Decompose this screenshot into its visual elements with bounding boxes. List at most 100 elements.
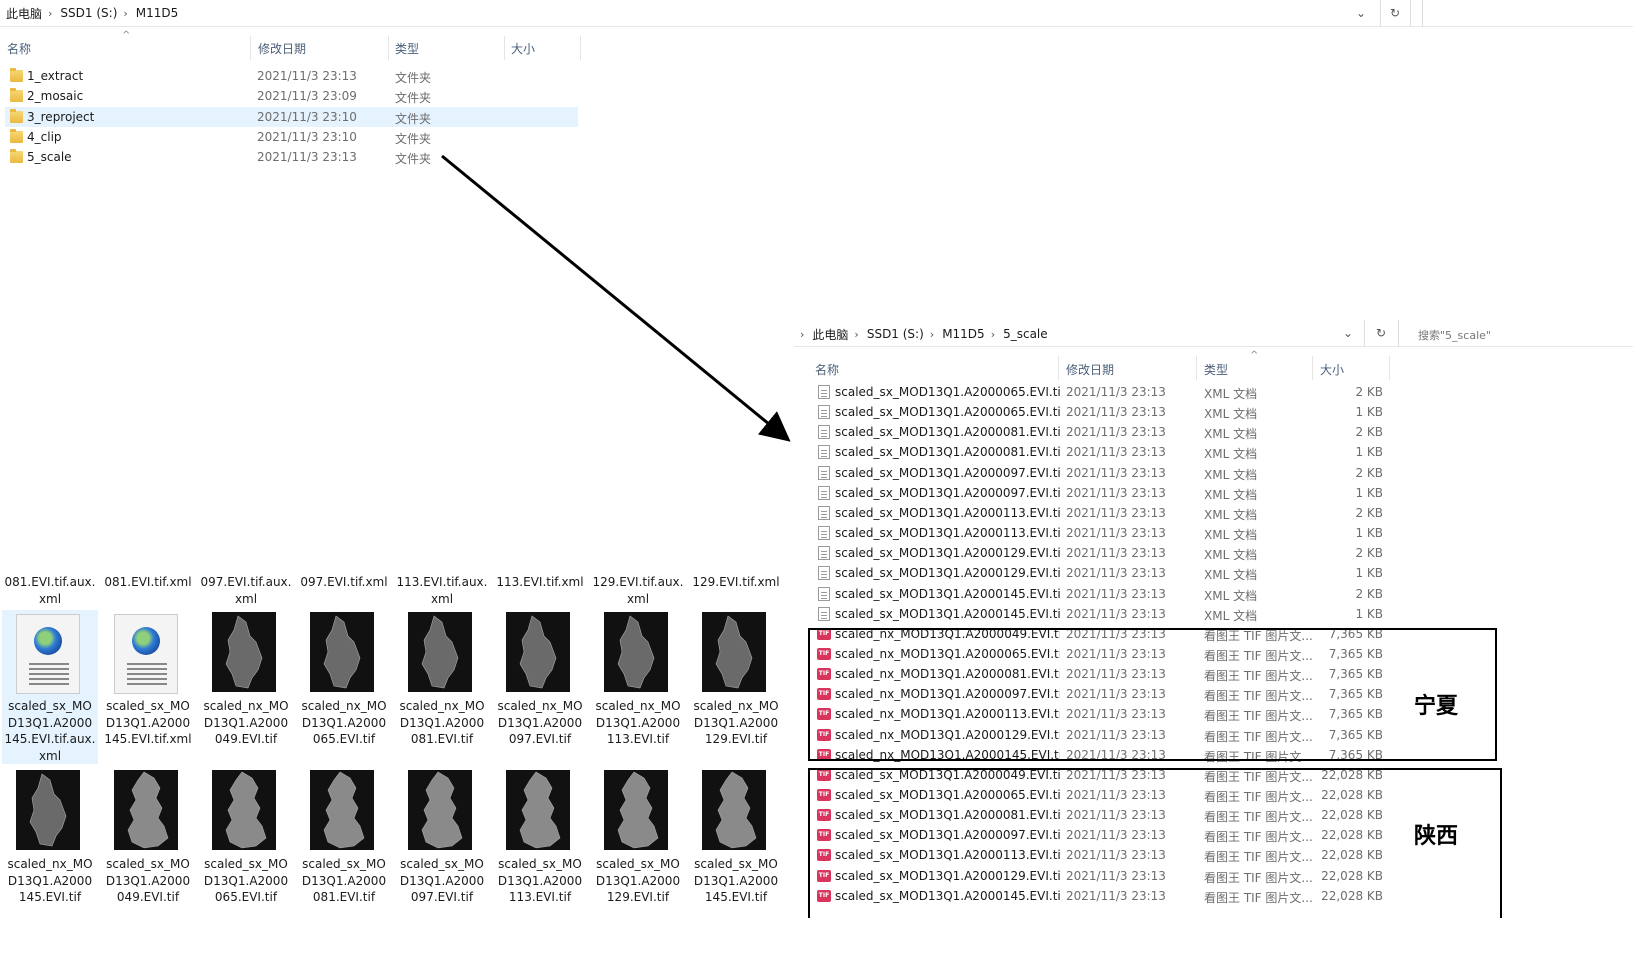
breadcrumb-item[interactable]: SSD1 (S:) (867, 327, 924, 341)
thumbnail-item[interactable]: scaled_nx_MO D13Q1.A2000 129.EVI.tif (688, 610, 784, 746)
shaanxi-label: 陕西 (1414, 824, 1459, 849)
thumbnail-item[interactable]: scaled_sx_MO D13Q1.A2000 129.EVI.tif (590, 768, 686, 904)
file-size: 2 KB (1355, 425, 1383, 440)
tif-thumbnail (310, 612, 374, 692)
file-date: 2021/11/3 23:13 (1066, 485, 1166, 500)
file-size: 2 KB (1355, 505, 1383, 520)
file-row[interactable]: scaled_sx_MOD13Q1.A2000113.EVI.tif... 202… (812, 503, 1390, 523)
thumbnail-caption: 049.EVI.tif (214, 732, 278, 746)
tif-thumbnail (212, 770, 276, 850)
tif-thumbnail (604, 612, 668, 692)
shaanxi-evi-map (421, 771, 463, 849)
search-input[interactable]: 搜索"5_scale" (1418, 327, 1491, 343)
thumbnail-caption: 129.EVI.tif (606, 890, 670, 904)
file-row[interactable]: scaled_sx_MOD13Q1.A2000113.EVI.tif... 202… (812, 523, 1390, 543)
file-row[interactable]: scaled_sx_MOD13Q1.A2000097.EVI.tif... 202… (812, 463, 1390, 483)
thumbnail-item[interactable]: 113.EVI.tif.aux. xml (394, 574, 490, 606)
sort-arrow-icon: ^ (1250, 350, 1259, 361)
thumbnail-item[interactable]: scaled_sx_MO D13Q1.A2000 049.EVI.tif (100, 768, 196, 904)
file-row[interactable]: scaled_sx_MOD13Q1.A2000145.EVI.tif... 202… (812, 584, 1390, 604)
thumbnail-caption: D13Q1.A2000 (497, 873, 583, 888)
file-row[interactable]: scaled_sx_MOD13Q1.A2000129.EVI.tif... 202… (812, 563, 1390, 583)
ningxia-evi-map (421, 615, 459, 689)
file-type: XML 文档 (1204, 507, 1258, 522)
column-divider (1389, 356, 1390, 380)
file-date: 2021/11/3 23:13 (1066, 606, 1166, 621)
file-date: 2021/11/3 23:13 (1066, 505, 1166, 520)
thumbnail-caption: D13Q1.A2000 (693, 873, 779, 888)
xml-document-icon (818, 405, 830, 420)
file-size: 1 KB (1355, 606, 1383, 621)
thumbnail-item[interactable]: scaled_nx_MO D13Q1.A2000 049.EVI.tif (198, 610, 294, 746)
right-address-bar[interactable]: › 此电脑 › SSD1 (S:) › M11D5 › 5_scale (800, 326, 1054, 342)
thumbnail-item[interactable]: scaled_nx_MO D13Q1.A2000 113.EVI.tif (590, 610, 686, 746)
tif-thumbnail (114, 770, 178, 850)
thumbnail-caption: xml (38, 591, 62, 606)
tif-thumbnail (310, 770, 374, 850)
thumbnail-caption: scaled_sx_MO (204, 857, 288, 871)
thumbnail-item[interactable]: 081.EVI.tif.aux. xml (2, 574, 98, 606)
thumbnail-caption: scaled_sx_MO (106, 699, 190, 713)
xml-document-icon (818, 445, 830, 460)
file-name: scaled_sx_MOD13Q1.A2000113.EVI.tif... (835, 505, 1060, 520)
thumbnail-item[interactable]: scaled_sx_MO D13Q1.A2000 097.EVI.tif (394, 768, 490, 904)
thumbnail-item[interactable]: scaled_sx_MO D13Q1.A2000 081.EVI.tif (296, 768, 392, 904)
column-header-name[interactable]: 名称 (815, 361, 839, 378)
file-row[interactable]: scaled_sx_MOD13Q1.A2000081.EVI.tif... 202… (812, 442, 1390, 462)
file-row[interactable]: scaled_sx_MOD13Q1.A2000065.EVI.tif... 202… (812, 402, 1390, 422)
breadcrumb-item[interactable]: 此电脑 (812, 326, 848, 343)
file-row[interactable]: scaled_sx_MOD13Q1.A2000081.EVI.tif... 202… (812, 422, 1390, 442)
breadcrumb-item[interactable]: M11D5 (942, 327, 985, 341)
breadcrumb-chevron-icon: › (800, 327, 805, 341)
thumbnail-caption: D13Q1.A2000 (497, 715, 583, 730)
address-dropdown-icon[interactable]: ⌄ (1338, 324, 1358, 342)
thumbnail-caption: D13Q1.A2000 (7, 715, 93, 730)
thumbnail-item[interactable]: scaled_nx_MO D13Q1.A2000 081.EVI.tif (394, 610, 490, 746)
thumbnail-item[interactable]: scaled_sx_MO D13Q1.A2000 065.EVI.tif (198, 768, 294, 904)
thumbnail-caption: 145.EVI.tif (704, 890, 768, 904)
thumbnail-item[interactable]: scaled_sx_MO D13Q1.A2000 145.EVI.tif.aux. x… (2, 610, 98, 764)
thumbnail-item[interactable]: 129.EVI.tif.aux. xml (590, 574, 686, 606)
column-header-size[interactable]: 大小 (1320, 361, 1344, 378)
thumbnail-caption: 081.EVI.tif.xml (104, 575, 192, 589)
file-row[interactable]: scaled_sx_MOD13Q1.A2000065.EVI.tif... 202… (812, 382, 1390, 402)
doc-line (127, 673, 167, 675)
file-size: 1 KB (1355, 405, 1383, 420)
file-type: XML 文档 (1204, 407, 1258, 422)
thumbnail-item[interactable]: scaled_sx_MO D13Q1.A2000 145.EVI.tif (688, 768, 784, 904)
refresh-icon[interactable]: ↻ (1370, 324, 1392, 342)
file-date: 2021/11/3 23:13 (1066, 586, 1166, 601)
xml-document-icon (818, 385, 830, 399)
file-row[interactable]: scaled_sx_MOD13Q1.A2000097.EVI.tif... 202… (812, 483, 1390, 503)
thumbnail-item[interactable]: 097.EVI.tif.aux. xml (198, 574, 294, 606)
thumbnail-item[interactable]: 129.EVI.tif.xml (688, 574, 784, 606)
thumbnail-item[interactable]: scaled_sx_MO D13Q1.A2000 145.EVI.tif.xml (100, 610, 196, 746)
thumbnail-caption: 145.EVI.tif.aux. (4, 732, 96, 746)
thumbnail-item[interactable]: scaled_sx_MO D13Q1.A2000 113.EVI.tif (492, 768, 588, 904)
thumbnail-caption: 097.EVI.tif.aux. (200, 575, 292, 589)
breadcrumb-item[interactable]: 5_scale (1003, 327, 1048, 341)
thumbnail-caption: 113.EVI.tif.xml (496, 575, 584, 589)
shaanxi-frame (808, 768, 1502, 918)
file-size: 2 KB (1355, 465, 1383, 480)
ningxia-evi-map (225, 615, 263, 689)
column-header-type[interactable]: 类型 (1204, 361, 1228, 378)
ningxia-evi-map (323, 615, 361, 689)
column-header-modified[interactable]: 修改日期 (1066, 361, 1114, 378)
file-name: scaled_sx_MOD13Q1.A2000081.EVI.tif... (835, 445, 1060, 460)
thumbnail-item[interactable]: 097.EVI.tif.xml (296, 574, 392, 606)
file-type: XML 文档 (1204, 568, 1258, 583)
thumbnail-item[interactable]: 081.EVI.tif.xml (100, 574, 196, 606)
file-name: scaled_sx_MOD13Q1.A2000129.EVI.tif... (835, 566, 1060, 581)
thumbnail-item[interactable]: 113.EVI.tif.xml (492, 574, 588, 606)
file-row[interactable]: scaled_sx_MOD13Q1.A2000145.EVI.tif... 202… (812, 604, 1390, 624)
thumbnail-item[interactable]: scaled_nx_MO D13Q1.A2000 145.EVI.tif (2, 768, 98, 904)
doc-line (29, 663, 69, 665)
thumbnail-item[interactable]: scaled_nx_MO D13Q1.A2000 097.EVI.tif (492, 610, 588, 746)
thumbnail-caption: scaled_nx_MO (203, 699, 289, 713)
file-row[interactable]: scaled_sx_MOD13Q1.A2000129.EVI.tif... 202… (812, 543, 1390, 563)
thumbnail-item[interactable]: scaled_nx_MO D13Q1.A2000 065.EVI.tif (296, 610, 392, 746)
thumbnail-caption: D13Q1.A2000 (399, 715, 485, 730)
ningxia-evi-map (519, 615, 557, 689)
thumbnail-caption: 145.EVI.tif.xml (104, 732, 192, 746)
